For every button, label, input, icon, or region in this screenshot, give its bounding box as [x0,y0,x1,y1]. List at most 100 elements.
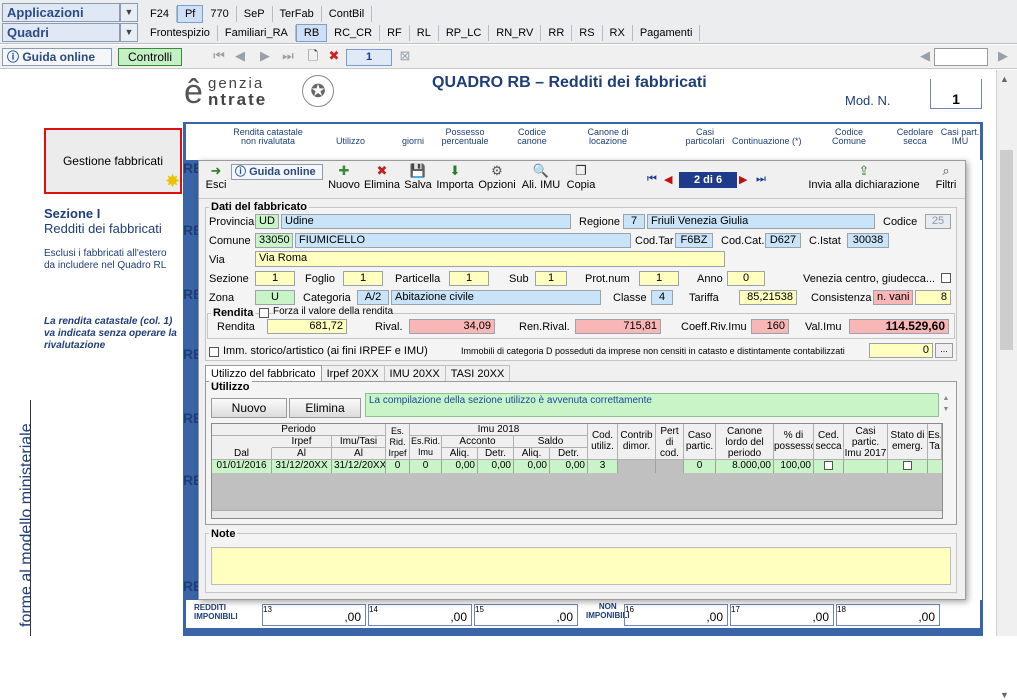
nuovo-button[interactable]: ✚ Nuovo [327,163,361,197]
tab-rp-lc[interactable]: RP_LC [439,25,490,41]
renrival-field[interactable]: 715,81 [575,319,661,334]
delete-page-icon[interactable]: ✖ [327,49,341,63]
filtri-button[interactable]: ⌕ Filtri [931,163,961,197]
via-field[interactable]: Via Roma [255,251,725,267]
tab-irpef[interactable]: Irpef 20XX [321,365,385,382]
consistenza-field[interactable]: 8 [915,290,951,305]
scrollbar-thumb[interactable] [1000,150,1013,350]
regione-name-field[interactable]: Friuli Venezia Giulia [647,214,875,229]
tab-sep[interactable]: SeP [237,6,273,22]
scroll-down-icon[interactable]: ▼ [1000,690,1009,700]
cell-canone[interactable]: 8.000,00 [716,460,774,473]
vertical-scrollbar[interactable]: ▲ ▼ [996,70,1017,700]
scroll-right-icon[interactable]: ▶ [996,49,1010,63]
tab-rs[interactable]: RS [572,25,603,41]
last-page-icon[interactable]: ⏭ [281,49,295,63]
rival-field[interactable]: 34,09 [409,319,495,334]
opzioni-button[interactable]: ⚙ Opzioni [477,163,517,197]
forza-rendita-checkbox[interactable] [259,308,269,318]
protnum-field[interactable]: 1 [639,271,679,286]
scroll-up-icon[interactable]: ▲ [1000,74,1009,84]
tab-contbil[interactable]: ContBil [322,6,373,22]
comune-code-field[interactable]: 33050 [255,233,293,248]
categoria-d-field[interactable]: 0 [869,343,933,358]
cell-detr-acconto[interactable]: 0,00 [478,460,514,473]
prev-record-icon[interactable]: ◀ [664,173,678,186]
field-13[interactable]: 13,00 [262,604,366,626]
tab-rr[interactable]: RR [541,25,573,41]
cell-es-rid-irpef[interactable]: 0 [386,460,410,473]
applicazioni-combo[interactable]: Applicazioni [2,3,120,22]
consistenza-unit-field[interactable]: n. vani [873,290,913,305]
field-17[interactable]: 17,00 [730,604,834,626]
ced-secca-checkbox[interactable] [824,461,833,470]
cell-al-irpef[interactable]: 31/12/20XX [272,460,332,473]
table-hscrollbar[interactable] [212,510,942,518]
cancel-page-icon[interactable]: ⊠ [398,49,412,63]
tab-rf[interactable]: RF [380,25,410,41]
anno-field[interactable]: 0 [727,271,765,286]
classe-field[interactable]: 4 [651,290,673,305]
sub-field[interactable]: 1 [535,271,567,286]
dialog-guida-button[interactable]: ⓘ Guida online [231,164,323,180]
gestione-fabbricati-button[interactable]: Gestione fabbricati [44,128,182,194]
tab-familiari-ra[interactable]: Familiari_RA [218,25,296,41]
first-page-icon[interactable]: ⏮ [212,49,226,63]
field-16[interactable]: 16,00 [624,604,728,626]
tab-rx[interactable]: RX [603,25,633,41]
provincia-name-field[interactable]: Udine [281,214,571,229]
tab-utilizzo[interactable]: Utilizzo del fabbricato [205,365,322,382]
field-14[interactable]: 14,00 [368,604,472,626]
codice-field[interactable]: 25 [925,214,951,229]
cell-casi-imu[interactable] [844,460,888,473]
categoria-name-field[interactable]: Abitazione civile [391,290,601,305]
rendita-field[interactable]: 681,72 [267,319,347,334]
cell-ced-secca[interactable] [814,460,844,473]
invia-button[interactable]: ⇪ Invia alla dichiarazione [807,163,921,197]
stato-emerg-checkbox[interactable] [903,461,912,470]
utilizzo-nuovo-button[interactable]: Nuovo [211,398,287,418]
codtar-field[interactable]: F6BZ [675,233,713,248]
venezia-checkbox[interactable] [941,273,951,283]
cell-possesso[interactable]: 100,00 [774,460,814,473]
field-15[interactable]: 15,00 [474,604,578,626]
zona-field[interactable]: U [255,290,295,305]
copia-button[interactable]: ❐ Copia [565,163,597,197]
table-row[interactable]: 01/01/2016 31/12/20XX 31/12/20XX 0 0 0,0… [212,460,942,473]
tab-rc-cr[interactable]: RC_CR [327,25,381,41]
search-field[interactable] [934,48,988,66]
applicazioni-dropdown-icon[interactable]: ▼ [120,3,138,22]
tab-imu[interactable]: IMU 20XX [384,365,446,382]
first-record-icon[interactable]: ⏮ [647,173,661,186]
foglio-field[interactable]: 1 [343,271,383,286]
categoria-d-more-button[interactable]: ... [935,343,953,358]
tab-frontespizio[interactable]: Frontespizio [143,25,218,41]
tab-rn-rv[interactable]: RN_RV [489,25,542,41]
valimu-field[interactable]: 114.529,60 [849,319,949,334]
esci-button[interactable]: ➜ Esci [203,163,229,197]
codcat-field[interactable]: D627 [765,233,801,248]
ali-imu-button[interactable]: 🔍 Ali. IMU [519,163,563,197]
quadri-combo[interactable]: Quadri [2,23,120,42]
controlli-button[interactable]: Controlli [118,48,182,66]
page-number-field[interactable]: 1 [346,49,392,66]
next-page-icon[interactable]: ▶ [258,49,272,63]
cell-aliq-acconto[interactable]: 0,00 [442,460,478,473]
sezione-field[interactable]: 1 [255,271,295,286]
message-scroll-icon[interactable]: ▲ ▼ [939,393,953,417]
cell-es-rid-imu[interactable]: 0 [410,460,442,473]
cell-aliq-saldo[interactable]: 0,00 [514,460,550,473]
tab-pagamenti[interactable]: Pagamenti [633,25,701,41]
quadri-dropdown-icon[interactable]: ▼ [120,23,138,42]
cell-dal[interactable]: 01/01/2016 [212,460,272,473]
tab-terfab[interactable]: TerFab [273,6,322,22]
guida-online-button[interactable]: ⓘ Guida online [2,48,112,66]
provincia-code-field[interactable]: UD [255,214,279,229]
tab-770[interactable]: 770 [203,6,237,22]
cell-caso[interactable]: 0 [684,460,716,473]
next-record-icon[interactable]: ▶ [739,173,753,186]
importa-button[interactable]: ⬇ Importa [435,163,475,197]
cell-cod-utiliz[interactable]: 3 [588,460,618,473]
tariffa-field[interactable]: 85,21538 [739,290,797,305]
cell-detr-saldo[interactable]: 0,00 [550,460,588,473]
